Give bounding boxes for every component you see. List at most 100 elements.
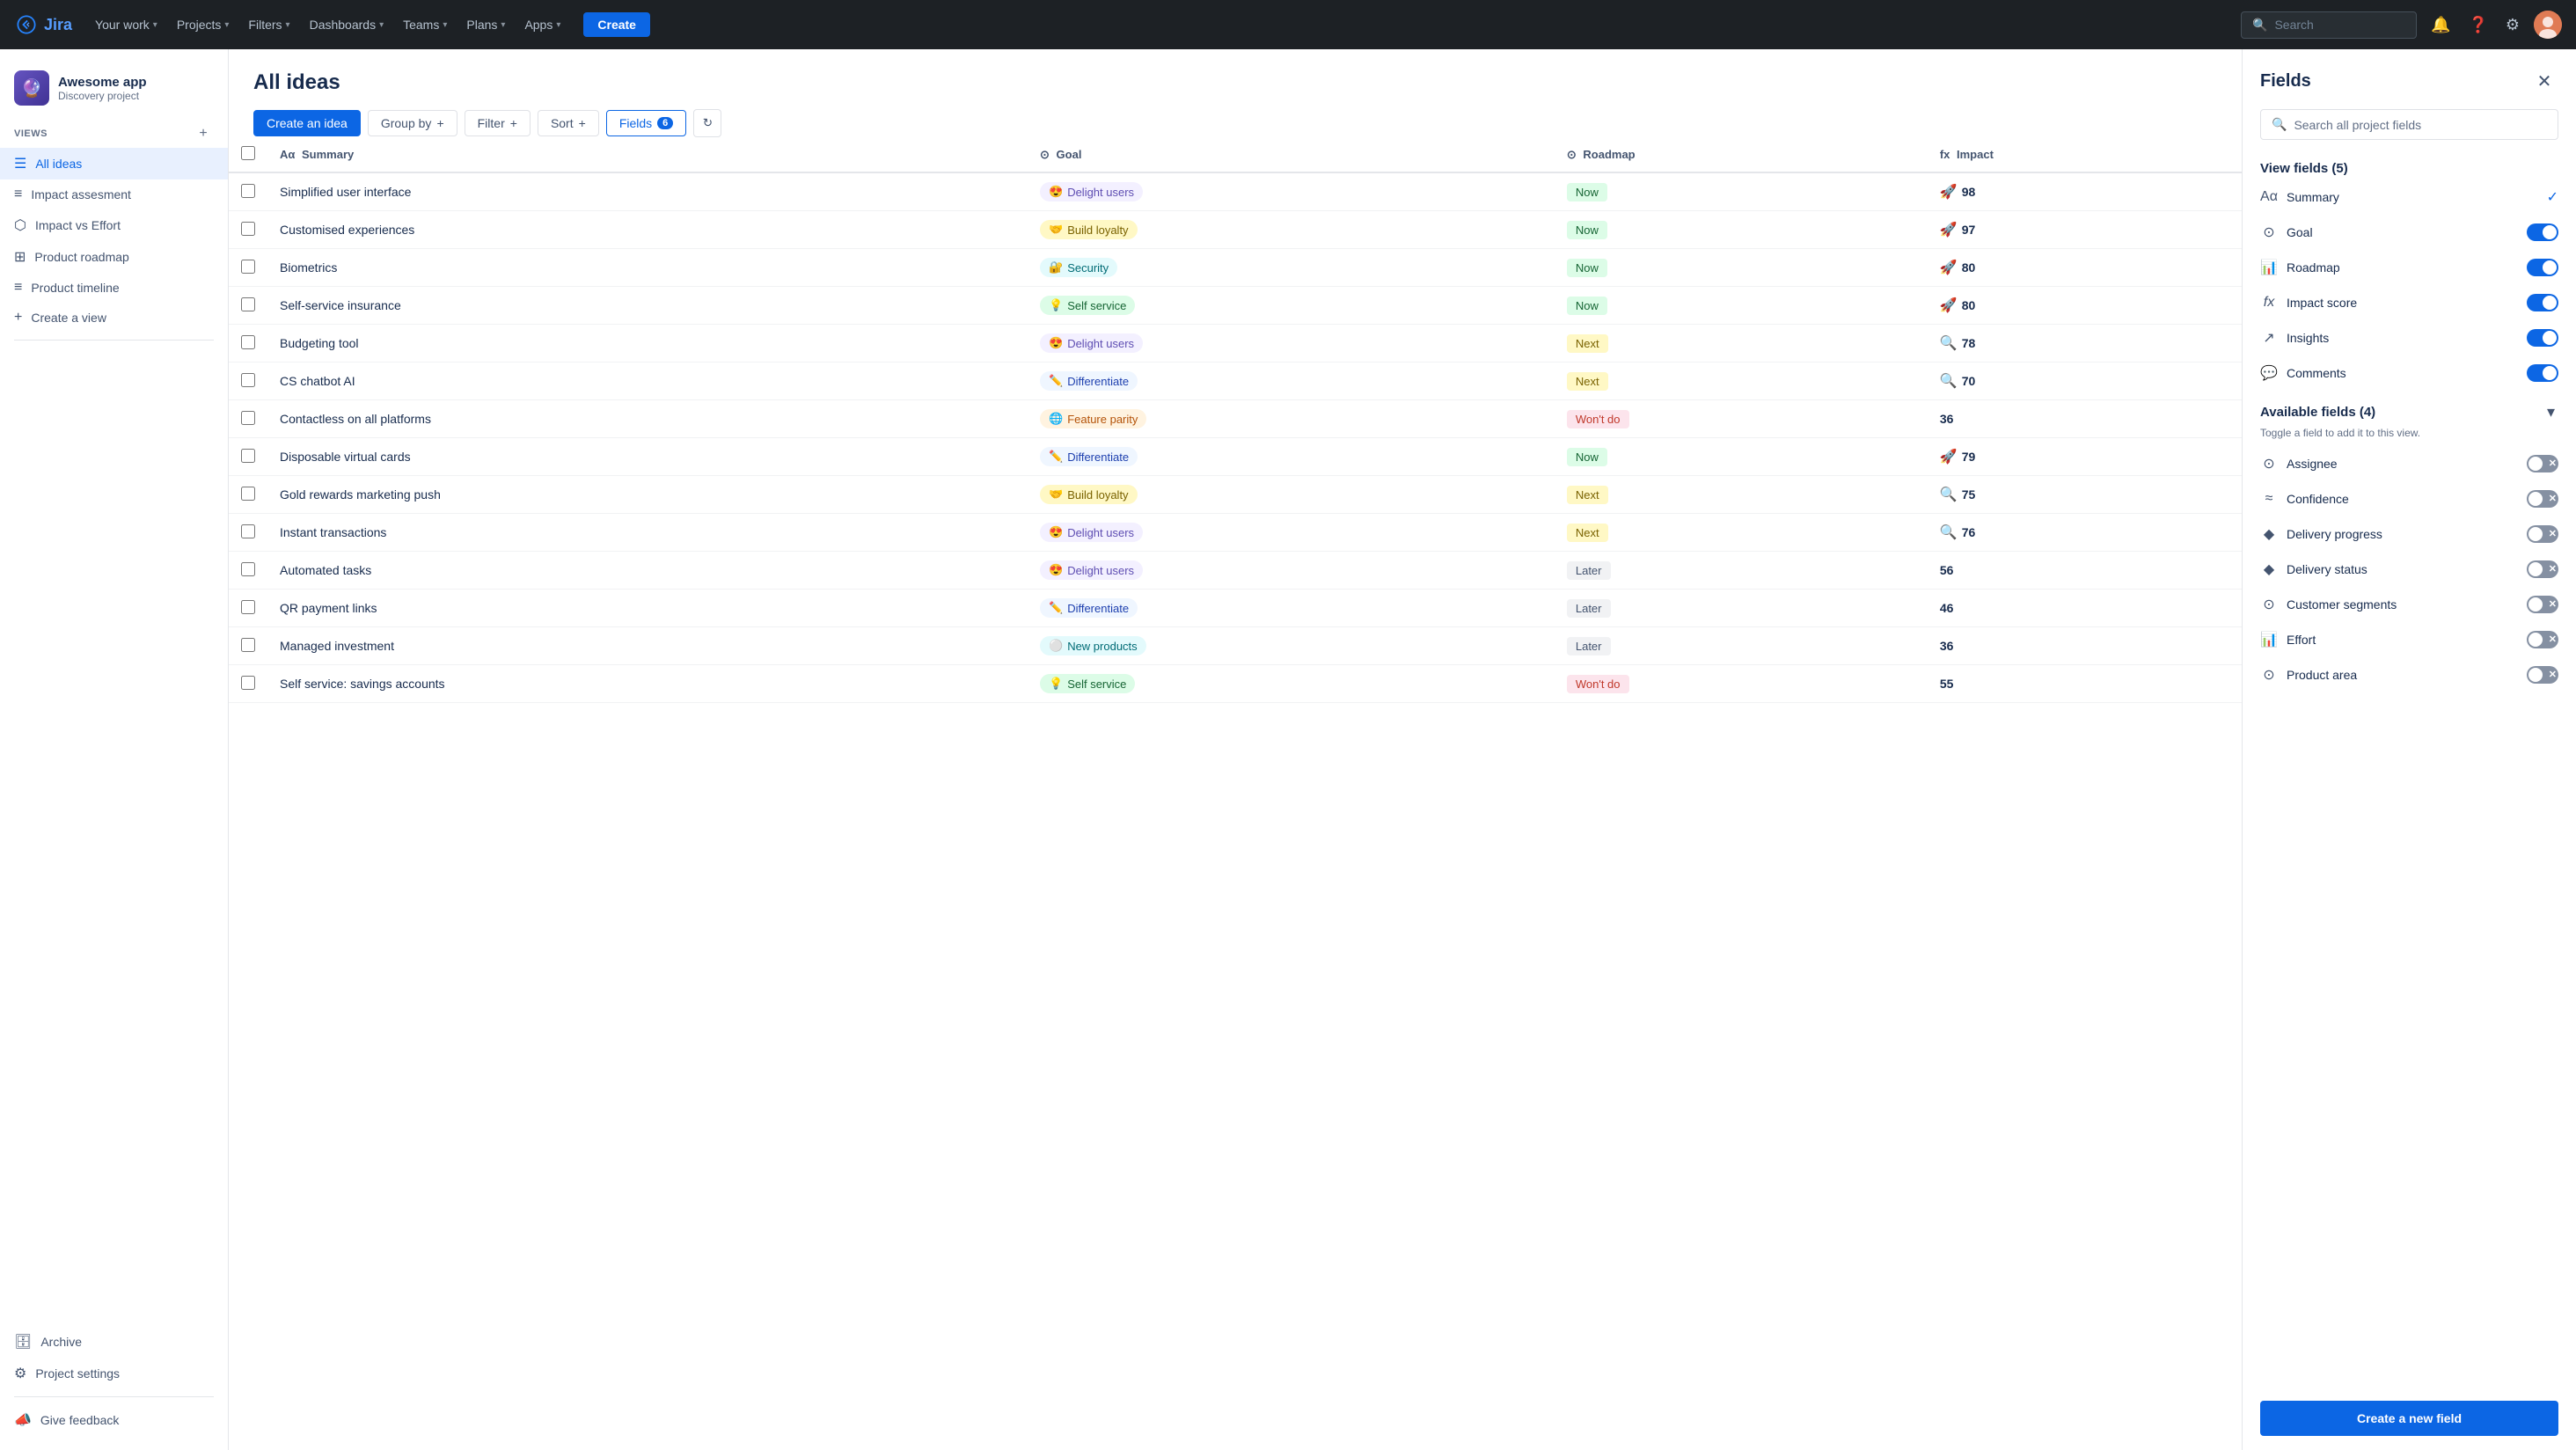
row-goal[interactable]: 🌐 Feature parity	[1028, 400, 1555, 438]
insights-toggle[interactable]	[2527, 329, 2558, 347]
row-roadmap[interactable]: Next	[1555, 325, 1928, 362]
nav-dashboards[interactable]: Dashboards ▾	[301, 12, 393, 37]
sidebar-item-impact-effort[interactable]: ⬡ Impact vs Effort	[0, 209, 228, 241]
row-checkbox-cell[interactable]	[229, 325, 267, 362]
row-checkbox[interactable]	[241, 373, 255, 387]
fields-close-button[interactable]: ✕	[2530, 67, 2558, 95]
row-checkbox[interactable]	[241, 524, 255, 538]
assignee-toggle[interactable]: ✕	[2527, 455, 2558, 472]
row-summary[interactable]: Biometrics	[267, 249, 1028, 287]
logo[interactable]: Jira	[14, 12, 72, 37]
nav-filters[interactable]: Filters ▾	[239, 12, 298, 37]
row-roadmap[interactable]: Later	[1555, 627, 1928, 665]
nav-teams[interactable]: Teams ▾	[394, 12, 456, 37]
row-checkbox[interactable]	[241, 335, 255, 349]
row-summary[interactable]: Automated tasks	[267, 552, 1028, 590]
row-goal[interactable]: 😍 Delight users	[1028, 172, 1555, 211]
row-checkbox[interactable]	[241, 184, 255, 198]
row-checkbox-cell[interactable]	[229, 211, 267, 249]
row-checkbox[interactable]	[241, 260, 255, 274]
row-summary[interactable]: CS chatbot AI	[267, 362, 1028, 400]
row-summary[interactable]: Self-service insurance	[267, 287, 1028, 325]
sidebar-item-product-timeline[interactable]: ≡ Product timeline	[0, 273, 228, 303]
roadmap-toggle[interactable]	[2527, 259, 2558, 276]
row-checkbox[interactable]	[241, 449, 255, 463]
nav-apps[interactable]: Apps ▾	[516, 12, 569, 37]
fields-search-input[interactable]	[2294, 118, 2547, 132]
help-icon[interactable]: ❓	[2464, 12, 2491, 38]
row-checkbox[interactable]	[241, 297, 255, 311]
refresh-button[interactable]: ↻	[693, 109, 721, 137]
row-summary[interactable]: Contactless on all platforms	[267, 400, 1028, 438]
row-roadmap[interactable]: Won't do	[1555, 400, 1928, 438]
row-summary[interactable]: Self service: savings accounts	[267, 665, 1028, 703]
row-goal[interactable]: ✏️ Differentiate	[1028, 362, 1555, 400]
row-checkbox[interactable]	[241, 600, 255, 614]
sidebar-item-project-settings[interactable]: ⚙ Project settings	[0, 1358, 228, 1389]
nav-your-work[interactable]: Your work ▾	[86, 12, 166, 37]
sort-button[interactable]: Sort +	[538, 110, 599, 136]
row-goal[interactable]: 😍 Delight users	[1028, 552, 1555, 590]
row-checkbox-cell[interactable]	[229, 552, 267, 590]
customer-segments-toggle[interactable]: ✕	[2527, 596, 2558, 613]
row-roadmap[interactable]: Now	[1555, 249, 1928, 287]
row-goal[interactable]: ✏️ Differentiate	[1028, 590, 1555, 627]
fields-search[interactable]: 🔍	[2260, 109, 2558, 140]
row-checkbox-cell[interactable]	[229, 287, 267, 325]
fields-button[interactable]: Fields 6	[606, 110, 686, 136]
row-checkbox-cell[interactable]	[229, 249, 267, 287]
row-checkbox-cell[interactable]	[229, 438, 267, 476]
row-roadmap[interactable]: Now	[1555, 438, 1928, 476]
row-checkbox-cell[interactable]	[229, 514, 267, 552]
delivery-progress-toggle[interactable]: ✕	[2527, 525, 2558, 543]
row-summary[interactable]: Managed investment	[267, 627, 1028, 665]
confidence-toggle[interactable]: ✕	[2527, 490, 2558, 508]
row-checkbox-cell[interactable]	[229, 476, 267, 514]
add-view-button[interactable]: +	[193, 123, 214, 144]
row-goal[interactable]: ⚪ New products	[1028, 627, 1555, 665]
row-goal[interactable]: 🤝 Build loyalty	[1028, 476, 1555, 514]
product-area-toggle[interactable]: ✕	[2527, 666, 2558, 684]
filter-button[interactable]: Filter +	[465, 110, 531, 136]
row-checkbox[interactable]	[241, 638, 255, 652]
row-goal[interactable]: 💡 Self service	[1028, 287, 1555, 325]
row-summary[interactable]: Customised experiences	[267, 211, 1028, 249]
row-goal[interactable]: 😍 Delight users	[1028, 514, 1555, 552]
row-checkbox-cell[interactable]	[229, 400, 267, 438]
sidebar-item-product-roadmap[interactable]: ⊞ Product roadmap	[0, 241, 228, 273]
settings-icon[interactable]: ⚙	[2502, 12, 2523, 38]
nav-projects[interactable]: Projects ▾	[168, 12, 238, 37]
row-roadmap[interactable]: Now	[1555, 172, 1928, 211]
row-checkbox[interactable]	[241, 487, 255, 501]
sidebar-item-all-ideas[interactable]: ☰ All ideas	[0, 148, 228, 179]
row-checkbox-cell[interactable]	[229, 627, 267, 665]
row-goal[interactable]: ✏️ Differentiate	[1028, 438, 1555, 476]
create-idea-button[interactable]: Create an idea	[253, 110, 361, 136]
notifications-icon[interactable]: 🔔	[2427, 12, 2454, 38]
row-checkbox-cell[interactable]	[229, 172, 267, 211]
row-roadmap[interactable]: Next	[1555, 362, 1928, 400]
sidebar-item-impact-assessment[interactable]: ≡ Impact assesment	[0, 179, 228, 209]
create-button[interactable]: Create	[583, 12, 650, 37]
row-summary[interactable]: Budgeting tool	[267, 325, 1028, 362]
row-checkbox[interactable]	[241, 562, 255, 576]
row-goal[interactable]: 🔐 Security	[1028, 249, 1555, 287]
row-roadmap[interactable]: Later	[1555, 552, 1928, 590]
row-roadmap[interactable]: Now	[1555, 287, 1928, 325]
sidebar-item-feedback[interactable]: 📣 Give feedback	[0, 1404, 228, 1436]
row-roadmap[interactable]: Later	[1555, 590, 1928, 627]
row-checkbox[interactable]	[241, 411, 255, 425]
row-goal[interactable]: 😍 Delight users	[1028, 325, 1555, 362]
row-roadmap[interactable]: Won't do	[1555, 665, 1928, 703]
row-summary[interactable]: Simplified user interface	[267, 172, 1028, 211]
row-roadmap[interactable]: Next	[1555, 476, 1928, 514]
comments-toggle[interactable]	[2527, 364, 2558, 382]
row-checkbox[interactable]	[241, 222, 255, 236]
select-all-checkbox[interactable]	[241, 146, 255, 160]
row-roadmap[interactable]: Next	[1555, 514, 1928, 552]
collapse-available-fields-button[interactable]: ▾	[2543, 401, 2558, 423]
goal-toggle[interactable]	[2527, 223, 2558, 241]
row-checkbox-cell[interactable]	[229, 665, 267, 703]
avatar[interactable]	[2534, 11, 2562, 39]
row-goal[interactable]: 💡 Self service	[1028, 665, 1555, 703]
